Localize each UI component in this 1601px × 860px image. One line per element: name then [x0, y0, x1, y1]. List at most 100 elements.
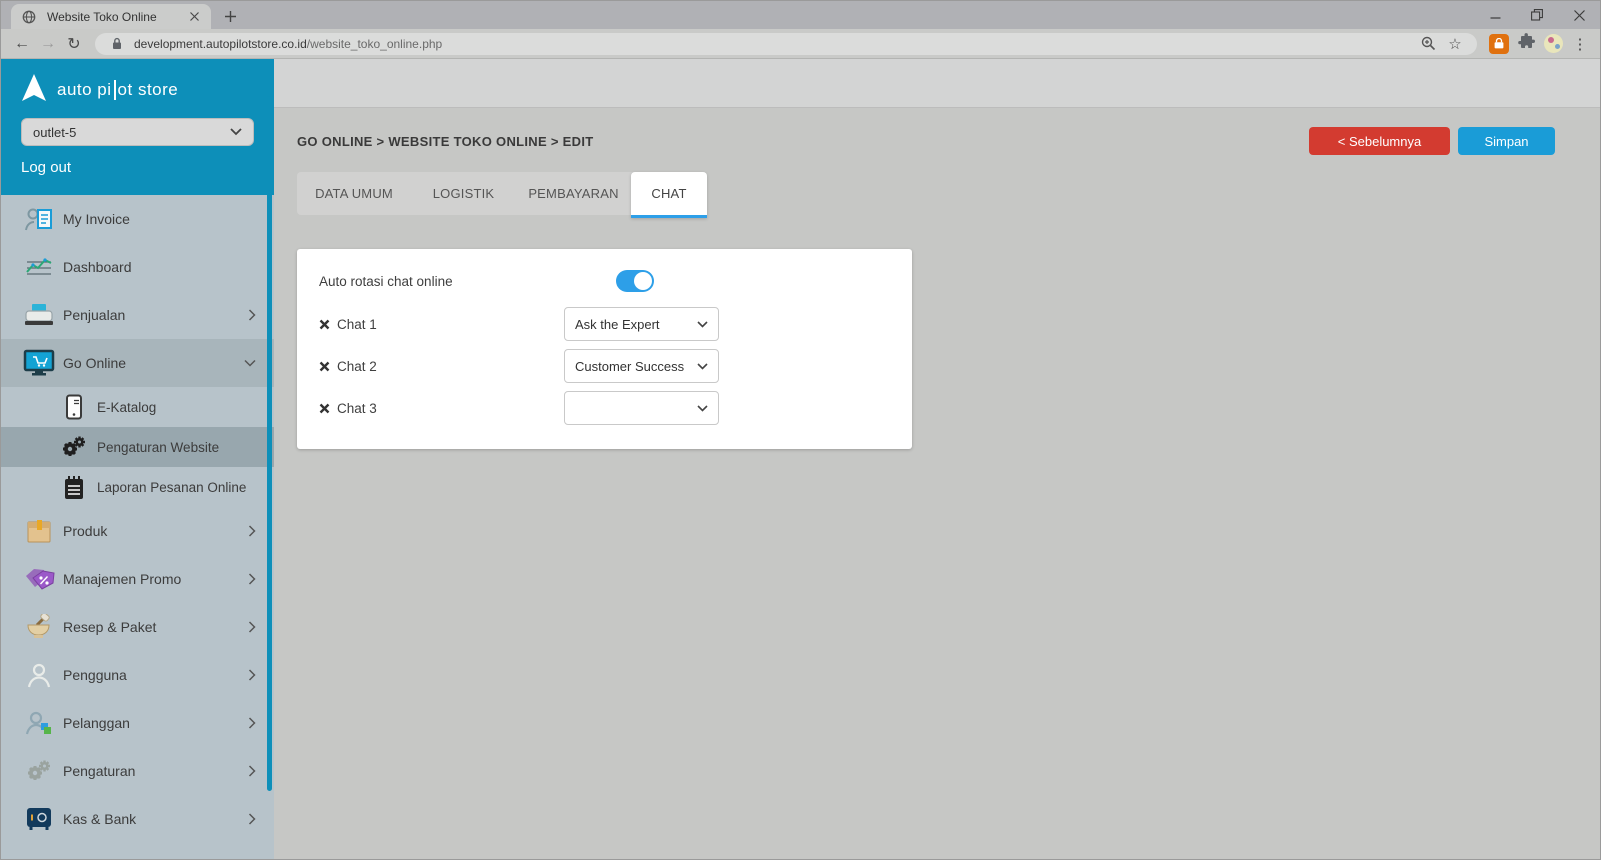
- sidebar-menu: My Invoice Dashboard Penjualan: [1, 195, 274, 843]
- tab-pembayaran[interactable]: PEMBAYARAN: [516, 172, 631, 215]
- sidebar-item-my-invoice[interactable]: My Invoice: [1, 195, 274, 243]
- url-domain: development.autopilotstore.co.id: [134, 37, 307, 51]
- chevron-right-icon: [248, 525, 256, 537]
- puzzle-extension-icon[interactable]: [1518, 33, 1535, 55]
- manajemen-promo-icon: [21, 566, 57, 592]
- tab-close-icon[interactable]: [185, 8, 203, 26]
- url-text: development.autopilotstore.co.id/website…: [134, 37, 1411, 51]
- sidebar-item-label: Go Online: [63, 355, 126, 371]
- chevron-right-icon: [248, 573, 256, 585]
- edit-tabs: DATA UMUM LOGISTIK PEMBAYARAN CHAT: [297, 172, 707, 215]
- chat-settings-card: Auto rotasi chat online Chat 1 Ask the E…: [297, 249, 912, 449]
- breadcrumb-row: GO ONLINE > WEBSITE TOKO ONLINE > EDIT <…: [297, 127, 1555, 155]
- browser-tab[interactable]: Website Toko Online: [11, 4, 211, 29]
- sidebar-item-label: Penjualan: [63, 307, 125, 323]
- chat-1-row: Chat 1 Ask the Expert: [319, 307, 890, 341]
- chevron-right-icon: [248, 621, 256, 633]
- chat-2-row: Chat 2 Customer Success: [319, 349, 890, 383]
- shopping-extension-icon[interactable]: [1489, 34, 1509, 54]
- sidebar-item-label: Produk: [63, 523, 107, 539]
- main-content: GO ONLINE > WEBSITE TOKO ONLINE > EDIT <…: [274, 59, 1600, 859]
- chevron-down-icon: [697, 405, 708, 412]
- tab-data-umum[interactable]: DATA UMUM: [297, 172, 411, 215]
- sidebar-item-pengguna[interactable]: Pengguna: [1, 651, 274, 699]
- produk-icon: [21, 518, 57, 544]
- logo-bar: [114, 80, 116, 100]
- tab-title: Website Toko Online: [47, 10, 177, 24]
- close-button[interactable]: [1558, 1, 1600, 29]
- chevron-down-icon: [697, 321, 708, 328]
- logo-text-part2: ot store: [118, 80, 179, 100]
- sidebar-item-pengaturan[interactable]: Pengaturan: [1, 747, 274, 795]
- chat-2-label-group: Chat 2: [319, 359, 564, 374]
- sidebar-subitem-laporan-pesanan-online[interactable]: Laporan Pesanan Online: [1, 467, 274, 507]
- browser-menu-icon[interactable]: ⋮: [1572, 35, 1588, 53]
- penjualan-icon: [21, 302, 57, 328]
- sidebar-item-pelanggan[interactable]: Pelanggan: [1, 699, 274, 747]
- go-online-icon: [21, 349, 57, 377]
- sidebar-subitem-pengaturan-website[interactable]: Pengaturan Website: [1, 427, 274, 467]
- auto-rotate-toggle[interactable]: [616, 270, 654, 292]
- chat-2-label: Chat 2: [337, 359, 377, 374]
- app-logo: auto piot store: [21, 75, 254, 105]
- remove-icon[interactable]: [319, 319, 330, 330]
- sidebar-item-penjualan[interactable]: Penjualan: [1, 291, 274, 339]
- sidebar-item-label: Pengguna: [63, 667, 127, 683]
- outlet-select[interactable]: outlet-5: [21, 118, 254, 146]
- sidebar-item-kas-bank[interactable]: Kas & Bank: [1, 795, 274, 843]
- window-controls: [1474, 1, 1600, 29]
- tab-logistik[interactable]: LOGISTIK: [411, 172, 516, 215]
- save-button[interactable]: Simpan: [1458, 127, 1555, 155]
- resep-paket-icon: [21, 614, 57, 640]
- chevron-down-icon: [697, 363, 708, 370]
- chevron-right-icon: [248, 717, 256, 729]
- chat-1-label: Chat 1: [337, 317, 377, 332]
- sidebar-item-label: Kas & Bank: [63, 811, 136, 827]
- browser-titlebar: Website Toko Online: [1, 1, 1600, 29]
- restore-button[interactable]: [1516, 1, 1558, 29]
- chat-3-label-group: Chat 3: [319, 401, 564, 416]
- sidebar-item-label: Pengaturan Website: [97, 440, 219, 455]
- e-katalog-icon: [59, 394, 89, 420]
- laporan-pesanan-online-icon: [59, 475, 89, 500]
- extensions-area: ⋮: [1485, 33, 1592, 55]
- new-tab-button[interactable]: [221, 7, 239, 25]
- breadcrumb: GO ONLINE > WEBSITE TOKO ONLINE > EDIT: [297, 134, 593, 149]
- sidebar-item-label: Resep & Paket: [63, 619, 156, 635]
- address-bar[interactable]: development.autopilotstore.co.id/website…: [95, 33, 1477, 55]
- chat-3-row: Chat 3: [319, 391, 890, 425]
- sidebar-scrollbar[interactable]: [267, 96, 272, 791]
- sidebar-item-label: Laporan Pesanan Online: [97, 480, 246, 495]
- chat-2-select-value: Customer Success: [575, 359, 684, 374]
- profile-avatar[interactable]: [1544, 34, 1563, 53]
- pengguna-icon: [21, 662, 57, 688]
- pengaturan-icon: [21, 759, 57, 783]
- remove-icon[interactable]: [319, 361, 330, 372]
- chat-3-select[interactable]: [564, 391, 719, 425]
- tab-chat[interactable]: CHAT: [631, 172, 707, 218]
- chat-3-label: Chat 3: [337, 401, 377, 416]
- chat-1-select[interactable]: Ask the Expert: [564, 307, 719, 341]
- sidebar-item-label: Dashboard: [63, 259, 132, 275]
- browser-window: Website Toko Online ← → ↻: [0, 0, 1601, 860]
- previous-button[interactable]: < Sebelumnya: [1309, 127, 1450, 155]
- sidebar-item-resep-paket[interactable]: Resep & Paket: [1, 603, 274, 651]
- remove-icon[interactable]: [319, 403, 330, 414]
- sidebar-item-label: Pelanggan: [63, 715, 130, 731]
- sidebar-item-go-online[interactable]: Go Online: [1, 339, 274, 387]
- page-header-strip: [274, 59, 1600, 108]
- my-invoice-icon: [21, 206, 57, 232]
- sidebar-item-manajemen-promo[interactable]: Manajemen Promo: [1, 555, 274, 603]
- zoom-icon[interactable]: [1418, 36, 1438, 51]
- chat-1-label-group: Chat 1: [319, 317, 564, 332]
- logout-link[interactable]: Log out: [21, 159, 71, 176]
- sidebar-item-produk[interactable]: Produk: [1, 507, 274, 555]
- sidebar-subitem-e-katalog[interactable]: E-Katalog: [1, 387, 274, 427]
- forward-icon[interactable]: →: [35, 31, 61, 57]
- chat-2-select[interactable]: Customer Success: [564, 349, 719, 383]
- reload-icon[interactable]: ↻: [61, 31, 87, 57]
- sidebar-item-dashboard[interactable]: Dashboard: [1, 243, 274, 291]
- bookmark-star-icon[interactable]: ☆: [1445, 35, 1465, 53]
- minimize-button[interactable]: [1474, 1, 1516, 29]
- back-icon[interactable]: ←: [9, 31, 35, 57]
